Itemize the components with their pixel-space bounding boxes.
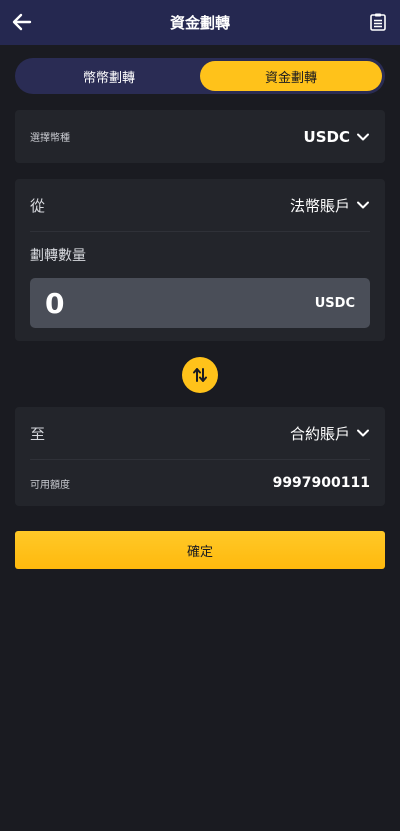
amount-unit: USDC — [314, 295, 355, 311]
confirm-button[interactable]: 確定 — [15, 531, 385, 569]
header-bar: 資金劃轉 — [0, 0, 400, 45]
clipboard-icon[interactable] — [368, 12, 388, 32]
coin-select-card: 選擇幣種 USDC — [15, 110, 385, 163]
tab-coin-transfer[interactable]: 幣幣劃轉 — [18, 61, 200, 91]
amount-label: 劃轉數量 — [30, 248, 86, 264]
from-label: 從 — [30, 196, 46, 215]
transfer-type-tabs: 幣幣劃轉 資金劃轉 — [15, 58, 385, 94]
coin-select-label: 選擇幣種 — [30, 133, 70, 144]
coin-select-dropdown[interactable]: USDC — [304, 128, 370, 146]
from-account-dropdown[interactable]: 法幣賬戶 — [290, 195, 370, 216]
chevron-down-icon — [357, 133, 369, 140]
to-account-value: 合約賬戶 — [289, 424, 350, 443]
from-card: 從 法幣賬戶 劃轉數量 0 USDC — [15, 179, 385, 341]
swap-accounts-button[interactable] — [182, 357, 218, 393]
chevron-down-icon — [357, 429, 369, 437]
amount-input[interactable]: 0 USDC — [30, 278, 370, 328]
tab-fund-transfer[interactable]: 資金劃轉 — [200, 61, 382, 91]
available-value: 9997900111 — [272, 475, 370, 491]
from-account-value: 法幣賬戶 — [289, 196, 350, 215]
to-account-dropdown[interactable]: 合約賬戶 — [290, 423, 370, 444]
amount-value: 0 — [45, 286, 65, 320]
to-card: 至 合約賬戶 可用額度 9997900111 — [15, 407, 385, 506]
chevron-down-icon — [357, 201, 369, 209]
available-label: 可用額度 — [30, 479, 70, 491]
page-title: 資金劃轉 — [169, 14, 230, 32]
arrow-left-icon[interactable] — [10, 10, 34, 34]
swap-arrows-icon — [193, 368, 207, 382]
to-label: 至 — [30, 424, 46, 443]
coin-select-value: USDC — [303, 127, 350, 146]
